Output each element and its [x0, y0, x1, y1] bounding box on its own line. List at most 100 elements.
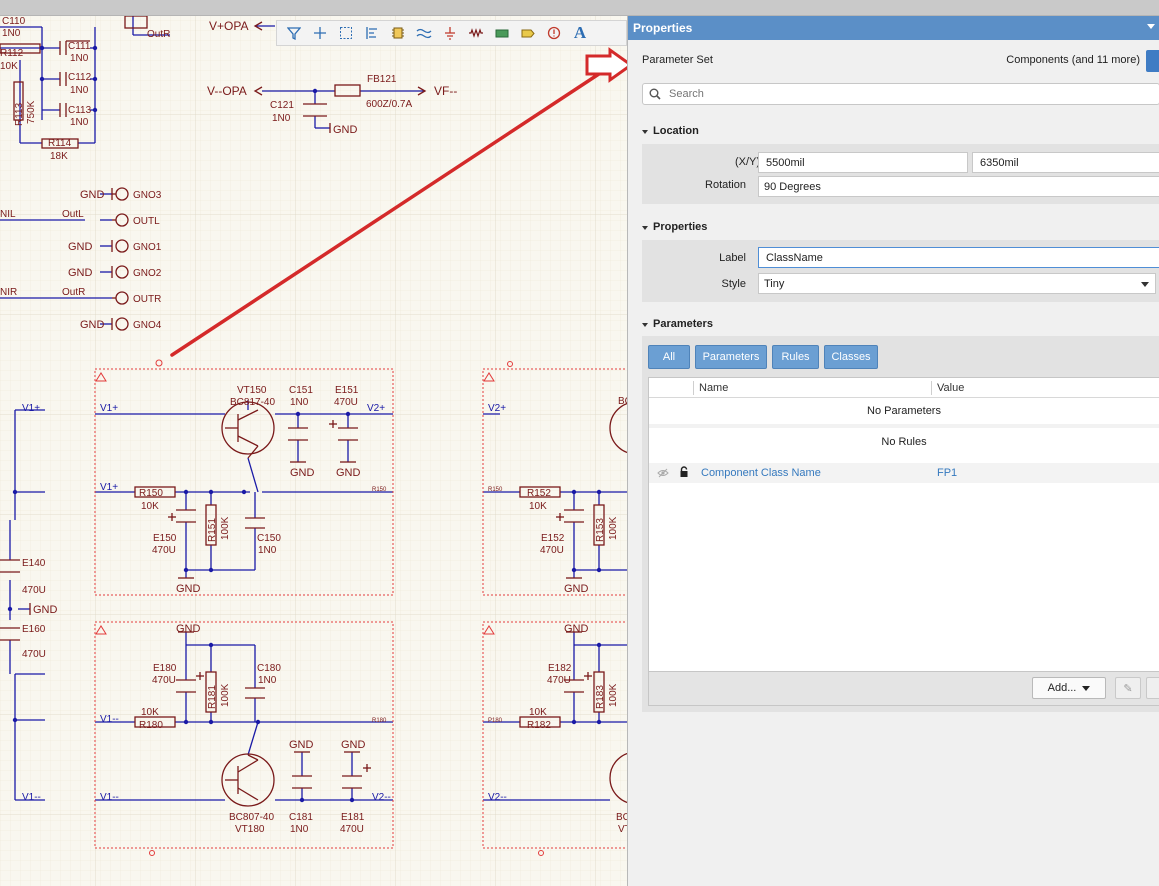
search-box[interactable] [642, 83, 1159, 105]
lbl-r180-val: 10K [141, 707, 159, 718]
lbl-gno4: GNO4 [133, 320, 162, 331]
search-icon [649, 88, 661, 100]
text-icon[interactable]: A [567, 22, 593, 44]
lbl-vt180-val: BC807-40 [229, 812, 274, 823]
component-icon[interactable] [385, 22, 411, 44]
parameters-footer: Add... ✎ [648, 672, 1159, 706]
chevron-down-icon [1082, 685, 1091, 691]
lbl-c110: C110 [2, 16, 26, 27]
properties-section-header[interactable]: Properties [642, 221, 707, 233]
lbl-c150-val: 1N0 [258, 545, 277, 556]
search-input[interactable] [667, 87, 1067, 101]
y-field[interactable] [972, 152, 1159, 173]
lbl-r113: R113 [14, 102, 25, 126]
lbl-gno1: GNO1 [133, 242, 162, 253]
tab-classes[interactable]: Classes [824, 345, 878, 369]
location-section-header[interactable]: Location [642, 125, 699, 137]
lbl-gnd-2: GND [68, 241, 93, 253]
lbl-r182-net: P180 [488, 718, 503, 724]
lbl-e180: E180 [153, 663, 177, 674]
lbl-v2m-right: V2-- [488, 792, 507, 803]
collapse-triangle-icon [642, 129, 648, 134]
label-input[interactable] [764, 250, 1159, 265]
lbl-vt180: VT180 [235, 824, 265, 835]
lbl-r181: R181 [207, 685, 218, 709]
lbl-c110-val: 1N0 [2, 28, 21, 39]
collapse-triangle-icon [642, 225, 648, 230]
label-field[interactable] [758, 247, 1159, 268]
parameters-section-header[interactable]: Parameters [642, 318, 713, 330]
location-section: (X/Y) Rotation 90 Degrees [642, 144, 1159, 204]
lbl-r153: R153 [595, 518, 606, 542]
filter-icon[interactable] [281, 22, 307, 44]
delete-icon[interactable] [1146, 677, 1159, 699]
tab-rules[interactable]: Rules [772, 345, 819, 369]
properties-panel: Properties Parameter Set Components (and… [627, 16, 1159, 886]
table-row[interactable]: Component Class Name FP1 [649, 463, 1159, 483]
tab-parameters[interactable]: Parameters [695, 345, 767, 369]
directive-icon[interactable] [541, 22, 567, 44]
lbl-r182: R182 [527, 720, 551, 731]
lbl-nir: NIR [0, 287, 17, 298]
select-rect-icon[interactable] [333, 22, 359, 44]
lbl-v2p-block: V2+ [367, 403, 385, 414]
resistor-icon[interactable] [463, 22, 489, 44]
wire-icon[interactable] [411, 22, 437, 44]
x-input[interactable] [764, 155, 967, 170]
lock-icon[interactable] [679, 466, 689, 478]
filter-button-icon[interactable] [1146, 50, 1159, 72]
panel-menu-chevron-icon[interactable] [1147, 24, 1155, 29]
col-value[interactable]: Value [937, 382, 964, 394]
lbl-r153-val: 100K [608, 516, 619, 540]
lbl-gnd-e151: GND [336, 467, 361, 479]
lbl-gnd-left: GND [33, 604, 58, 616]
lbl-c151: C151 [289, 385, 313, 396]
lbl-c121: C121 [270, 100, 294, 111]
lbl-bc-partial-top: BC [618, 396, 627, 407]
style-dropdown[interactable]: Tiny [758, 273, 1156, 294]
tab-all[interactable]: All [648, 345, 690, 369]
visibility-eye-icon[interactable] [657, 468, 669, 478]
schematic-toolbar: A [276, 20, 627, 46]
lbl-c180: C180 [257, 663, 281, 674]
lbl-outr-net: OutR [62, 287, 85, 298]
lbl-e140-val: 470U [22, 585, 46, 596]
lbl-vt150: VT150 [237, 385, 267, 396]
panel-title: Properties [633, 21, 693, 35]
lbl-c181-val: 1N0 [290, 824, 309, 835]
lbl-outl-net: OutL [62, 209, 84, 220]
ground-icon[interactable] [437, 22, 463, 44]
x-field[interactable] [758, 152, 968, 173]
lbl-r183: R183 [595, 685, 606, 709]
col-name[interactable]: Name [699, 382, 728, 394]
lbl-gnd-4: GND [80, 319, 105, 331]
lbl-e151: E151 [335, 385, 359, 396]
lbl-r152: R152 [527, 488, 551, 499]
sheet-entry-icon[interactable] [515, 22, 541, 44]
lbl-gno3: GNO3 [133, 190, 162, 201]
rotation-value: 90 Degrees [764, 180, 821, 193]
edit-pencil-icon[interactable]: ✎ [1115, 677, 1141, 699]
lbl-r114: R114 [48, 138, 72, 149]
lbl-gnd-e181: GND [341, 739, 366, 751]
lbl-c112-val: 1N0 [70, 85, 89, 96]
align-icon[interactable] [359, 22, 385, 44]
properties-section: Label Style Tiny [642, 240, 1159, 302]
lbl-v1p-block: V1+ [100, 403, 118, 414]
y-input[interactable] [978, 155, 1159, 170]
schematic-canvas[interactable]: C110 1N0 C111 1N0 C112 1N0 C113 1N0 R112… [0, 16, 627, 886]
lbl-r113-val: 750K [26, 100, 37, 124]
lbl-c151-val: 1N0 [290, 397, 309, 408]
lbl-c121-val: 1N0 [272, 113, 291, 124]
move-icon[interactable] [307, 22, 333, 44]
lbl-r150-val: 10K [141, 501, 159, 512]
lbl-r151: R151 [207, 518, 218, 542]
parameter-set-value: Components (and 11 more) [1006, 54, 1140, 66]
lbl-nil: NIL [0, 209, 16, 220]
lbl-r151-val: 100K [220, 516, 231, 540]
add-button[interactable]: Add... [1032, 677, 1106, 699]
port-icon[interactable] [489, 22, 515, 44]
lbl-r180: R180 [139, 720, 163, 731]
lbl-gnd-3: GND [68, 267, 93, 279]
rotation-dropdown[interactable]: 90 Degrees [758, 176, 1159, 197]
